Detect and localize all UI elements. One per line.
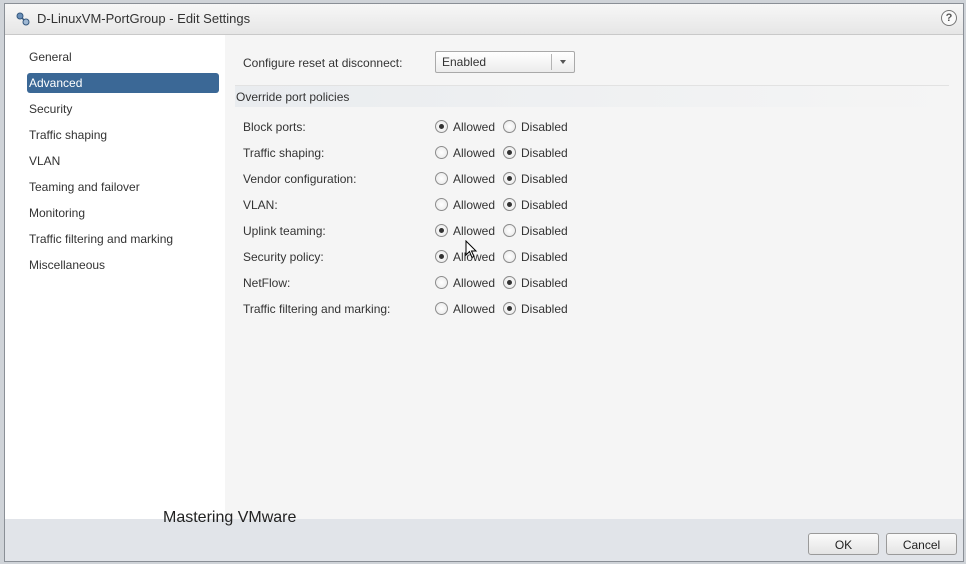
sidebar-item-traffic-filtering[interactable]: Traffic filtering and marking bbox=[27, 229, 219, 249]
policy-label-block-ports: Block ports: bbox=[243, 120, 306, 134]
policy-label-traffic-filtering-and-marking: Traffic filtering and marking: bbox=[243, 302, 391, 316]
sidebar-item-security[interactable]: Security bbox=[27, 99, 219, 119]
port-group-icon bbox=[16, 12, 30, 26]
radio-vendor-configuration-disabled[interactable] bbox=[503, 172, 516, 185]
radio-vlan-allowed[interactable] bbox=[435, 198, 448, 211]
radio-label-allowed[interactable]: Allowed bbox=[453, 172, 495, 186]
radio-uplink-teaming-allowed[interactable] bbox=[435, 224, 448, 237]
radio-label-allowed[interactable]: Allowed bbox=[453, 302, 495, 316]
sidebar-item-teaming-and-failover[interactable]: Teaming and failover bbox=[27, 177, 219, 197]
radio-label-allowed[interactable]: Allowed bbox=[453, 120, 495, 134]
radio-block-ports-disabled[interactable] bbox=[503, 120, 516, 133]
radio-label-disabled[interactable]: Disabled bbox=[521, 120, 568, 134]
sidebar-item-vlan[interactable]: VLAN bbox=[27, 151, 219, 171]
policy-label-traffic-shaping: Traffic shaping: bbox=[243, 146, 325, 160]
edit-settings-dialog: D-LinuxVM-PortGroup - Edit Settings ? Ge… bbox=[4, 3, 964, 562]
radio-label-allowed[interactable]: Allowed bbox=[453, 276, 495, 290]
dialog-title: D-LinuxVM-PortGroup - Edit Settings bbox=[37, 11, 251, 26]
chevron-down-icon bbox=[560, 60, 566, 64]
sidebar-item-miscellaneous[interactable]: Miscellaneous bbox=[27, 255, 219, 275]
radio-label-disabled[interactable]: Disabled bbox=[521, 146, 568, 160]
radio-security-policy-allowed[interactable] bbox=[435, 250, 448, 263]
radio-label-disabled[interactable]: Disabled bbox=[521, 250, 568, 264]
title-bar: D-LinuxVM-PortGroup - Edit Settings ? bbox=[5, 4, 963, 35]
radio-vendor-configuration-allowed[interactable] bbox=[435, 172, 448, 185]
radio-traffic-filtering-and-marking-disabled[interactable] bbox=[503, 302, 516, 315]
radio-traffic-shaping-disabled[interactable] bbox=[503, 146, 516, 159]
select-divider bbox=[551, 54, 552, 70]
advanced-settings-panel: Configure reset at disconnect: Enabled O… bbox=[225, 35, 963, 521]
radio-label-disabled[interactable]: Disabled bbox=[521, 198, 568, 212]
radio-label-allowed[interactable]: Allowed bbox=[453, 224, 495, 238]
settings-sidebar: General Advanced Security Traffic shapin… bbox=[5, 35, 225, 521]
sidebar-item-general[interactable]: General bbox=[27, 47, 219, 67]
reset-at-disconnect-select[interactable]: Enabled bbox=[435, 51, 575, 73]
override-port-policies-header: Override port policies bbox=[235, 85, 949, 107]
sidebar-item-traffic-shaping[interactable]: Traffic shaping bbox=[27, 125, 219, 145]
sidebar-item-monitoring[interactable]: Monitoring bbox=[27, 203, 219, 223]
ok-button[interactable]: OK bbox=[808, 533, 879, 555]
radio-label-disabled[interactable]: Disabled bbox=[521, 302, 568, 316]
radio-label-disabled[interactable]: Disabled bbox=[521, 172, 568, 186]
radio-label-allowed[interactable]: Allowed bbox=[453, 146, 495, 160]
help-icon[interactable]: ? bbox=[941, 10, 957, 26]
radio-label-disabled[interactable]: Disabled bbox=[521, 276, 568, 290]
policy-label-netflow: NetFlow: bbox=[243, 276, 291, 290]
policy-label-security-policy: Security policy: bbox=[243, 250, 324, 264]
cancel-button[interactable]: Cancel bbox=[886, 533, 957, 555]
radio-netflow-allowed[interactable] bbox=[435, 276, 448, 289]
radio-security-policy-disabled[interactable] bbox=[503, 250, 516, 263]
radio-traffic-shaping-allowed[interactable] bbox=[435, 146, 448, 159]
policy-label-vlan: VLAN: bbox=[243, 198, 278, 212]
reset-at-disconnect-label: Configure reset at disconnect: bbox=[243, 56, 403, 70]
policy-label-vendor-configuration: Vendor configuration: bbox=[243, 172, 357, 186]
radio-block-ports-allowed[interactable] bbox=[435, 120, 448, 133]
policy-label-uplink-teaming: Uplink teaming: bbox=[243, 224, 326, 238]
radio-netflow-disabled[interactable] bbox=[503, 276, 516, 289]
sidebar-item-advanced[interactable]: Advanced bbox=[27, 73, 219, 93]
radio-uplink-teaming-disabled[interactable] bbox=[503, 224, 516, 237]
watermark-text: Mastering VMware bbox=[163, 509, 297, 526]
radio-label-disabled[interactable]: Disabled bbox=[521, 224, 568, 238]
mouse-pointer-icon bbox=[465, 240, 478, 259]
radio-label-allowed[interactable]: Allowed bbox=[453, 198, 495, 212]
dialog-footer: OK Cancel bbox=[5, 519, 963, 561]
radio-traffic-filtering-and-marking-allowed[interactable] bbox=[435, 302, 448, 315]
radio-vlan-disabled[interactable] bbox=[503, 198, 516, 211]
reset-at-disconnect-value: Enabled bbox=[442, 55, 487, 69]
